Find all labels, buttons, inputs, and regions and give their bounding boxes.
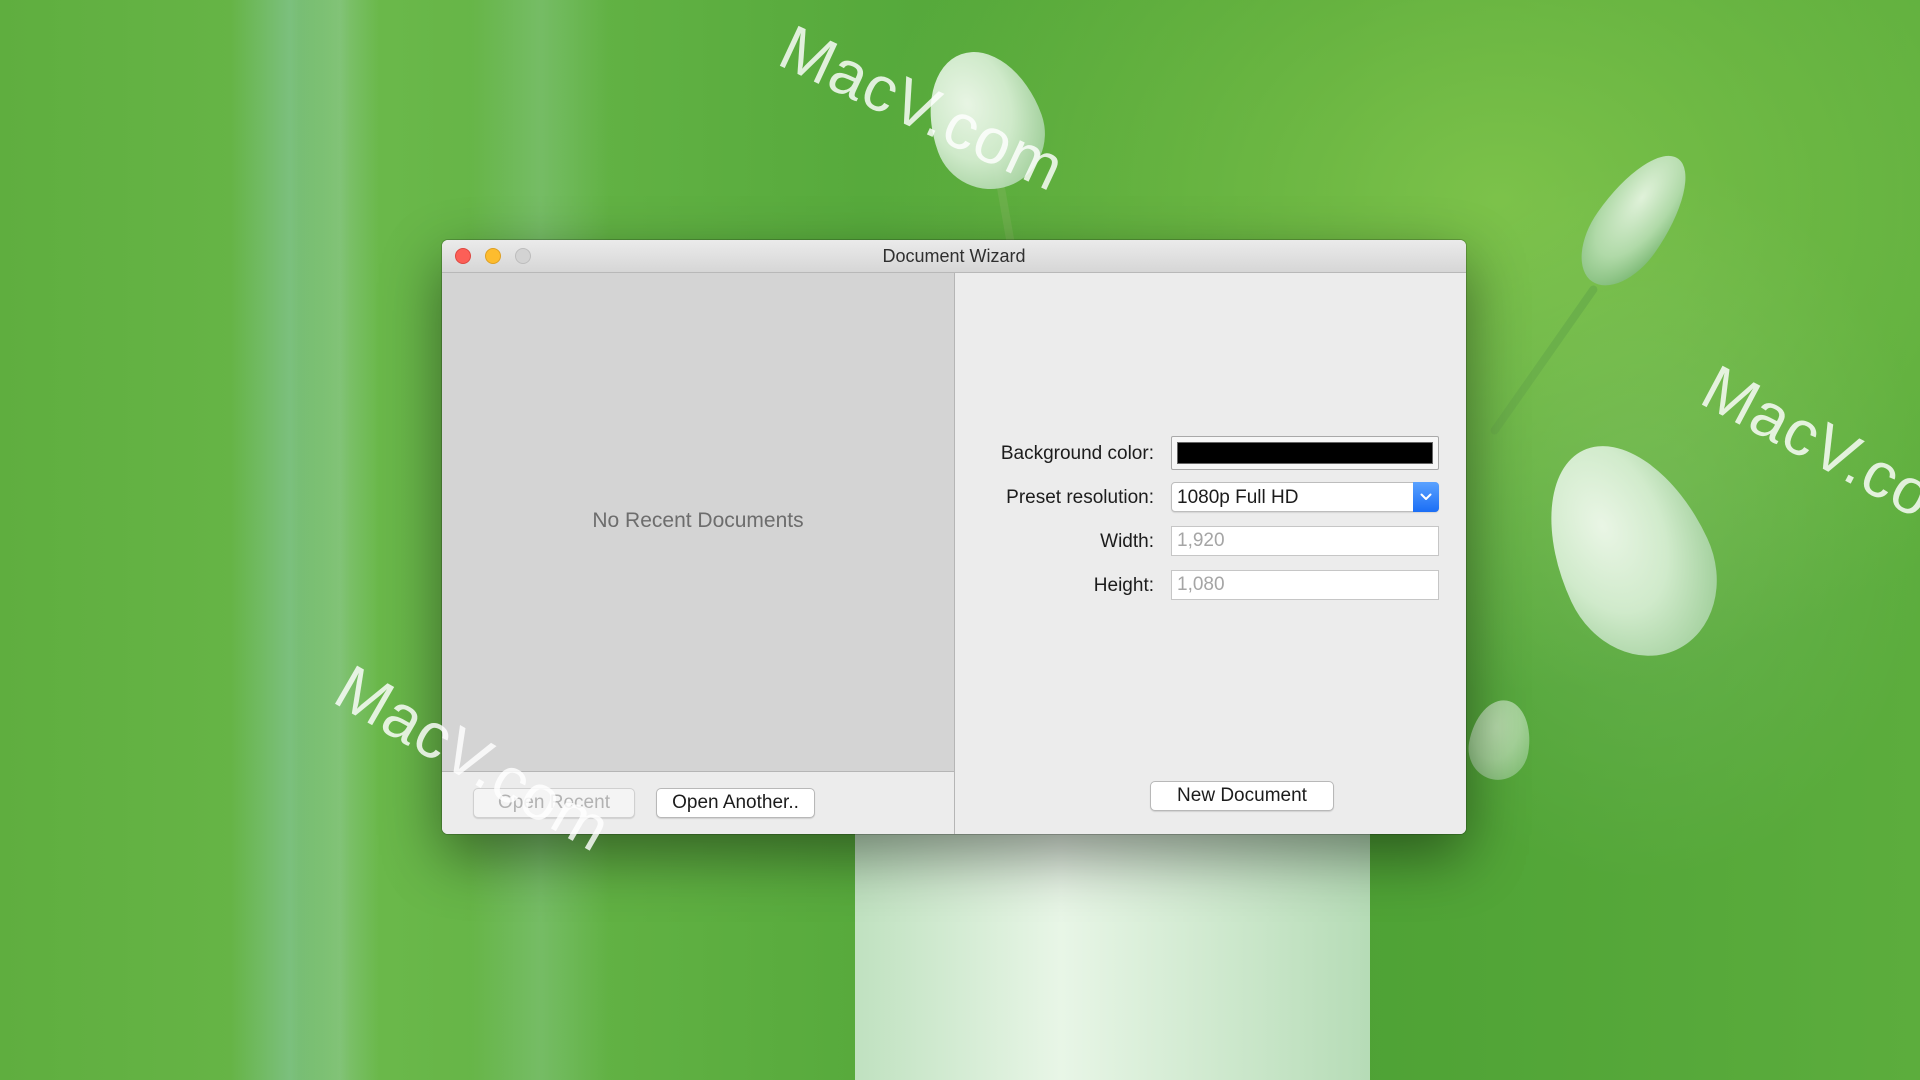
title-bar[interactable]: Document Wizard (442, 240, 1466, 273)
close-window-button[interactable] (455, 248, 471, 264)
minimize-window-button[interactable] (485, 248, 501, 264)
new-document-settings: Background color: Preset resolution: 108… (955, 273, 1466, 834)
empty-state-text: No Recent Documents (592, 509, 804, 532)
preset-resolution-value: 1080p Full HD (1177, 487, 1299, 508)
recent-documents-list[interactable]: No Recent Documents (442, 273, 955, 771)
preset-resolution-label: Preset resolution: (1006, 487, 1154, 508)
width-field[interactable]: 1,920 (1171, 526, 1439, 556)
wallpaper-blur-band (300, 0, 380, 1080)
background-color-well[interactable] (1171, 436, 1439, 470)
height-label: Height: (1093, 575, 1154, 596)
chevron-down-icon (1413, 482, 1439, 512)
document-wizard-window: Document Wizard No Recent Documents Open… (442, 240, 1466, 834)
wallpaper-flower (1463, 695, 1537, 785)
new-document-button[interactable]: New Document (1150, 781, 1334, 811)
height-field[interactable]: 1,080 (1171, 570, 1439, 600)
background-color-label: Background color: (1000, 443, 1154, 464)
open-another-button[interactable]: Open Another.. (656, 788, 815, 818)
window-title: Document Wizard (882, 246, 1026, 266)
watermark: MacV.co (1690, 350, 1920, 532)
zoom-window-button (515, 248, 531, 264)
wallpaper-vase (855, 820, 1370, 1080)
preset-resolution-select[interactable]: 1080p Full HD (1171, 482, 1439, 512)
wallpaper-stem (1489, 283, 1599, 437)
wallpaper-flower-bud (1563, 138, 1707, 302)
width-label: Width: (1100, 531, 1154, 552)
background-color-swatch (1177, 442, 1433, 464)
wallpaper-flower (1515, 418, 1745, 682)
